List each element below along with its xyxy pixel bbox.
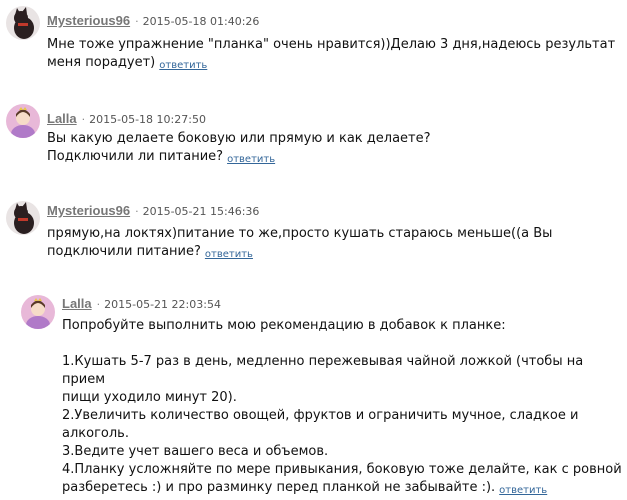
comment-meta: Mysterious96 · 2015-05-21 15:46:36 — [47, 203, 259, 220]
comment-body: прямую,на локтях)питание то же,просто ку… — [47, 226, 553, 259]
comment-meta: Mysterious96 · 2015-05-18 01:40:26 — [47, 13, 259, 30]
comment-date: 2015-05-21 15:46:36 — [142, 205, 260, 218]
comment-text: прямую,на локтях)питание то же,просто ку… — [47, 225, 552, 264]
separator: · — [96, 298, 101, 311]
comment-body: Попробуйте выполнить мою рекомендацию в … — [62, 318, 622, 495]
dark-cat-avatar-icon[interactable] — [6, 6, 40, 40]
reply-link[interactable]: ответить — [499, 485, 547, 496]
separator: · — [135, 15, 139, 28]
comment-text: Вы какую делаете боковую или прямую и ка… — [47, 130, 431, 169]
comment-meta: Lalla · 2015-05-18 10:27:50 — [47, 111, 206, 128]
author-link[interactable]: Mysterious96 — [47, 13, 130, 28]
reply-link[interactable]: ответить — [227, 154, 275, 165]
comment-date: 2015-05-18 01:40:26 — [142, 15, 260, 28]
comment-body: Мне тоже упражнение "планка" очень нрави… — [47, 37, 616, 70]
author-link[interactable]: Lalla — [62, 296, 92, 311]
comment-text: Мне тоже упражнение "планка" очень нрави… — [47, 36, 615, 75]
princess-avatar-icon[interactable] — [6, 104, 40, 138]
comment-date: 2015-05-21 22:03:54 — [104, 298, 221, 311]
dark-cat-avatar-icon[interactable] — [6, 201, 40, 235]
separator: · — [81, 113, 86, 126]
separator: · — [135, 205, 139, 218]
comment-date: 2015-05-18 10:27:50 — [89, 113, 206, 126]
princess-avatar-icon[interactable] — [21, 295, 55, 329]
author-link[interactable]: Mysterious96 — [47, 203, 130, 218]
reply-link[interactable]: ответить — [159, 60, 207, 71]
reply-link[interactable]: ответить — [205, 249, 253, 260]
comment-meta: Lalla · 2015-05-21 22:03:54 — [62, 296, 221, 313]
author-link[interactable]: Lalla — [47, 111, 77, 126]
